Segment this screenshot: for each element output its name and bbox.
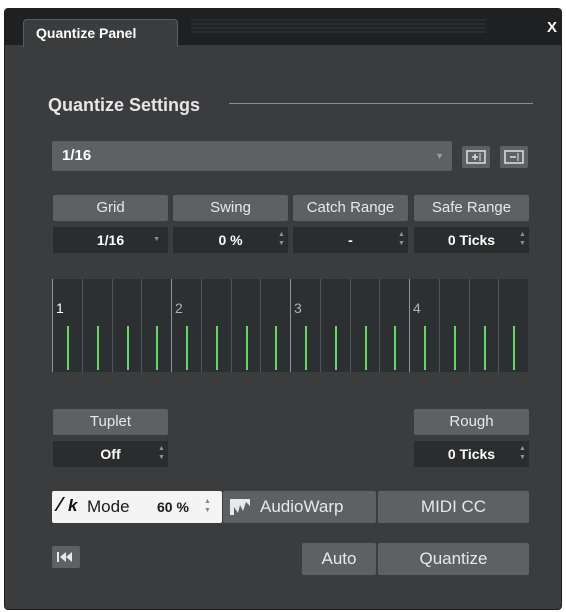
beat-line bbox=[231, 279, 232, 372]
quantize-grid-marker bbox=[305, 326, 307, 370]
tuplet-field[interactable]: Off ▲ ▼ bbox=[53, 441, 168, 467]
beat-line bbox=[260, 279, 261, 372]
quantize-grid-marker bbox=[67, 326, 69, 370]
spinner-icon[interactable]: ▲ ▼ bbox=[519, 444, 526, 462]
beat-line bbox=[82, 279, 83, 372]
bar-line bbox=[290, 279, 291, 372]
quantize-grid-marker bbox=[127, 326, 129, 370]
quantize-grid-marker bbox=[156, 326, 158, 370]
beat-line bbox=[141, 279, 142, 372]
add-preset-button[interactable] bbox=[462, 146, 490, 168]
quantize-grid-marker bbox=[186, 326, 188, 370]
bar-number: 1 bbox=[56, 300, 64, 316]
beat-line bbox=[112, 279, 113, 372]
chevron-down-icon: ▼ bbox=[435, 151, 444, 161]
bar-line bbox=[409, 279, 410, 372]
swing-field[interactable]: 0 % ▲ ▼ bbox=[173, 227, 288, 253]
beat-line bbox=[379, 279, 380, 372]
quantize-grid-display[interactable]: 1 2 3 4 bbox=[52, 279, 528, 372]
tab-quantize-panel[interactable]: Quantize Panel bbox=[23, 19, 178, 47]
quantize-grid-marker bbox=[97, 326, 99, 370]
beat-line bbox=[439, 279, 440, 372]
chevron-down-icon: ▼ bbox=[153, 236, 160, 243]
spinner-icon[interactable]: ▲ ▼ bbox=[158, 444, 165, 462]
quantize-grid-marker bbox=[513, 326, 515, 370]
spinner-icon[interactable]: ▲ ▼ bbox=[204, 497, 211, 515]
safe-range-field[interactable]: 0 Ticks ▲ ▼ bbox=[414, 227, 529, 253]
rough-field[interactable]: 0 Ticks ▲ ▼ bbox=[414, 441, 529, 467]
auto-button[interactable]: Auto bbox=[302, 543, 376, 575]
quantize-label: Quantize bbox=[419, 549, 488, 568]
spinner-icon[interactable]: ▲ ▼ bbox=[398, 230, 405, 248]
quantize-grid-marker bbox=[275, 326, 277, 370]
grid-label: Grid bbox=[53, 195, 168, 221]
audiowarp-icon bbox=[230, 499, 250, 515]
iterative-quantize-icon: ⁄ bbox=[58, 494, 62, 516]
quantize-grid-marker bbox=[424, 326, 426, 370]
bar-number: 3 bbox=[294, 300, 302, 316]
catch-range-field[interactable]: - ▲ ▼ bbox=[293, 227, 408, 253]
audiowarp-button[interactable]: AudioWarp bbox=[223, 491, 376, 523]
catch-range-value: - bbox=[348, 232, 353, 248]
beat-line bbox=[350, 279, 351, 372]
midi-cc-button[interactable]: MIDI CC bbox=[378, 491, 529, 523]
beat-line bbox=[201, 279, 202, 372]
catch-range-label: Catch Range bbox=[293, 195, 408, 221]
quantize-grid-marker bbox=[365, 326, 367, 370]
tuplet-value: Off bbox=[100, 446, 121, 462]
audiowarp-label: AudioWarp bbox=[260, 497, 344, 516]
section-divider bbox=[229, 103, 533, 104]
beat-line bbox=[320, 279, 321, 372]
preset-value: 1/16 bbox=[62, 147, 92, 164]
spinner-icon[interactable]: ▲ ▼ bbox=[278, 230, 285, 248]
quantize-grid-marker bbox=[335, 326, 337, 370]
quantize-grid-marker bbox=[484, 326, 486, 370]
auto-label: Auto bbox=[321, 549, 357, 568]
safe-range-label: Safe Range bbox=[414, 195, 529, 221]
rough-value: 0 Ticks bbox=[447, 446, 496, 462]
bar-line bbox=[171, 279, 172, 372]
remove-preset-button[interactable] bbox=[500, 146, 528, 168]
mode-label: Mode bbox=[87, 497, 130, 516]
swing-value: 0 % bbox=[218, 232, 243, 248]
quantize-grid-marker bbox=[246, 326, 248, 370]
mode-value: 60 % bbox=[157, 499, 189, 515]
save-preset-icon bbox=[466, 150, 486, 164]
bar-number: 4 bbox=[413, 300, 421, 316]
preset-dropdown[interactable]: 1/16 ▼ bbox=[52, 141, 452, 171]
safe-range-value: 0 Ticks bbox=[447, 232, 496, 248]
beat-line bbox=[498, 279, 499, 372]
grid-dropdown[interactable]: 1/16 ▼ bbox=[53, 227, 168, 253]
remove-preset-icon bbox=[504, 150, 524, 164]
quantize-button[interactable]: Quantize bbox=[378, 543, 529, 575]
quantize-grid-marker bbox=[454, 326, 456, 370]
bar-line bbox=[52, 279, 53, 372]
title-bar: Quantize Panel X bbox=[5, 9, 561, 47]
midi-cc-label: MIDI CC bbox=[420, 497, 487, 516]
spinner-icon[interactable]: ▲ ▼ bbox=[519, 230, 526, 248]
quantize-grid-marker bbox=[394, 326, 396, 370]
mode-control[interactable]: ⁄ k Mode 60 % ▲ ▼ bbox=[52, 491, 222, 523]
quantize-grid-marker bbox=[216, 326, 218, 370]
skip-back-icon bbox=[57, 552, 72, 562]
swing-label: Swing bbox=[173, 195, 288, 221]
reset-quantize-button[interactable] bbox=[52, 546, 80, 568]
beat-line bbox=[469, 279, 470, 372]
section-title: Quantize Settings bbox=[48, 95, 201, 115]
close-button[interactable]: X bbox=[547, 19, 557, 36]
iterative-quantize-icon-k: k bbox=[68, 496, 78, 515]
grid-value: 1/16 bbox=[96, 232, 125, 248]
tuplet-label: Tuplet bbox=[53, 409, 168, 435]
title-bar-grip[interactable] bbox=[191, 19, 486, 35]
bar-number: 2 bbox=[175, 300, 183, 316]
rough-label: Rough bbox=[414, 409, 529, 435]
